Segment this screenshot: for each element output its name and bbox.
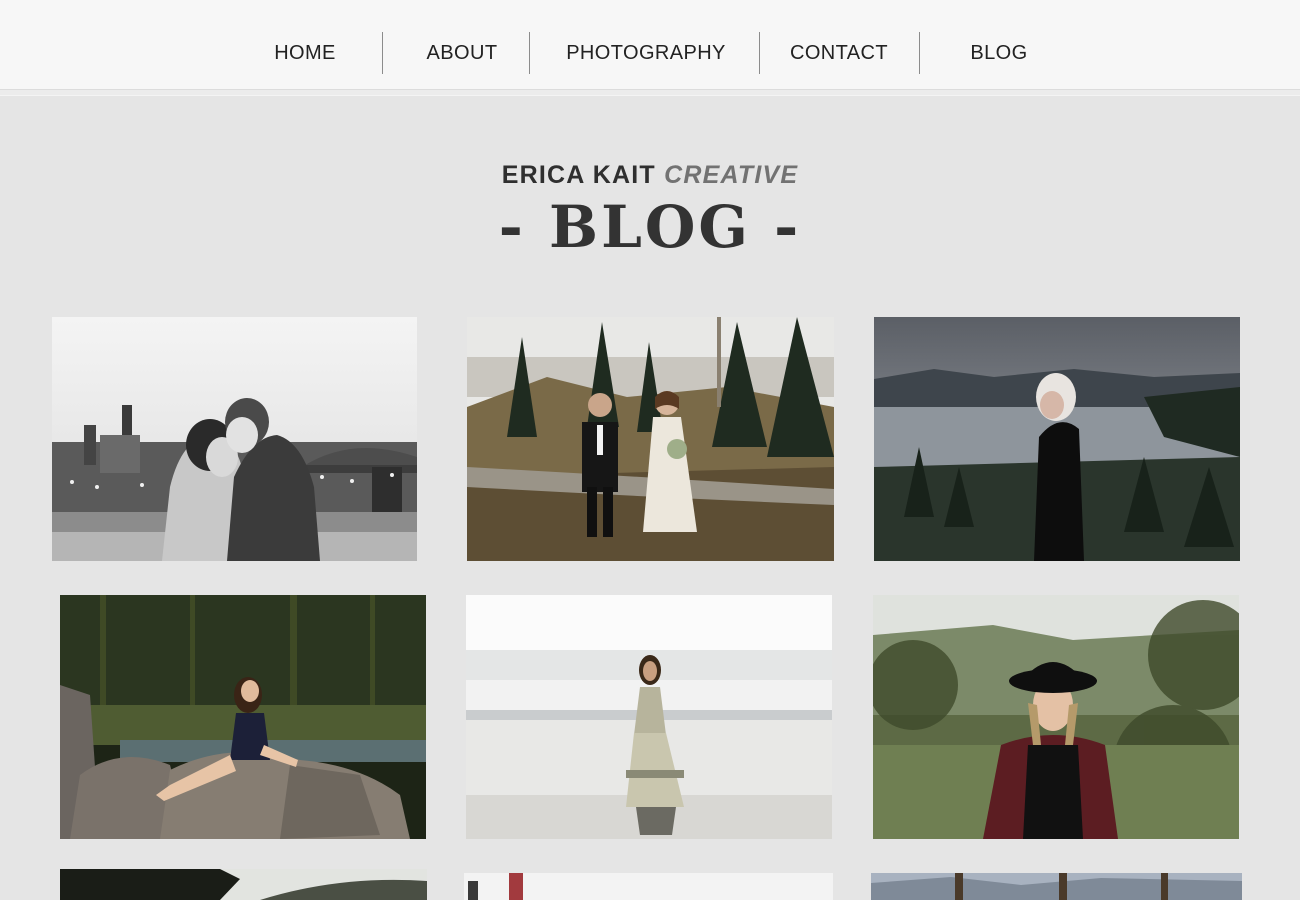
blog-post-photo-forest-hill[interactable] (60, 869, 427, 900)
nav-divider (919, 32, 920, 74)
nav-blog-link[interactable]: BLOG (950, 30, 1048, 76)
blog-post-photo-woman-beach[interactable] (466, 595, 832, 839)
nav-divider (759, 32, 760, 74)
blog-post-photo-red-post[interactable] (464, 873, 833, 900)
nav-home-link[interactable]: HOME (250, 30, 360, 76)
wedding-log-image (467, 317, 834, 561)
page-title: - BLOG - (498, 193, 802, 261)
blog-post-photo-blonde-river[interactable] (874, 317, 1240, 561)
nav-divider (529, 32, 530, 74)
blog-post-photo-mountain-lake[interactable] (871, 873, 1242, 900)
blog-post-photo-couple-bridge[interactable] (52, 317, 417, 561)
nav-divider (382, 32, 383, 74)
nav-photography-link[interactable]: PHOTOGRAPHY (556, 30, 736, 76)
couple-bridge-image (52, 317, 417, 561)
woman-beach-image (466, 595, 832, 839)
blog-post-photo-woman-rocks[interactable] (60, 595, 426, 839)
blonde-river-image (874, 317, 1240, 561)
forest-hill-image (60, 869, 427, 900)
site-brand: ERICA KAIT CREATIVE (0, 158, 1300, 192)
blog-post-photo-wedding-log[interactable] (467, 317, 834, 561)
blog-post-photo-woman-hat[interactable] (873, 595, 1239, 839)
brand-name: ERICA KAIT (501, 161, 656, 189)
woman-rocks-image (60, 595, 426, 839)
nav-about-link[interactable]: ABOUT (410, 30, 514, 76)
mountain-lake-image (871, 873, 1242, 900)
brand-accent: CREATIVE (664, 161, 799, 189)
nav-bottom-border (0, 90, 1300, 96)
woman-hat-image (873, 595, 1239, 839)
top-navigation: HOME ABOUT PHOTOGRAPHY CONTACT BLOG (0, 0, 1300, 90)
red-post-image (464, 873, 833, 900)
nav-contact-link[interactable]: CONTACT (780, 30, 898, 76)
